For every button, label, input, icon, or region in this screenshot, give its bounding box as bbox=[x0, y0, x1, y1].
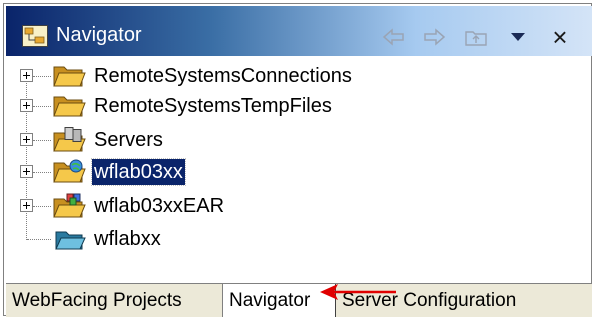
folder-icon bbox=[53, 66, 86, 87]
back-button[interactable] bbox=[380, 23, 408, 51]
tree-row[interactable]: wflabxx bbox=[12, 223, 582, 255]
view-title-bar[interactable]: Navigator × bbox=[6, 6, 592, 56]
navigator-view-icon bbox=[22, 25, 48, 47]
tree-row[interactable]: wflab03xxEAR bbox=[12, 190, 582, 222]
tree-item-label[interactable]: RemoteSystemsTempFiles bbox=[92, 93, 334, 119]
expand-toggle[interactable] bbox=[20, 165, 33, 178]
view-menu-button[interactable] bbox=[504, 23, 532, 51]
back-arrow-icon bbox=[382, 28, 404, 46]
view-title: Navigator bbox=[56, 24, 142, 46]
tree-row[interactable]: RemoteSystemsConnections bbox=[12, 60, 582, 92]
navigator-tree[interactable]: RemoteSystemsConnections RemoteSystemsTe… bbox=[12, 58, 582, 258]
tree-item-label[interactable]: wflab03xxEAR bbox=[92, 193, 226, 219]
tree-row[interactable]: Servers bbox=[12, 124, 582, 156]
server-project-folder-icon bbox=[53, 127, 86, 152]
expand-toggle[interactable] bbox=[20, 69, 33, 82]
tree-row[interactable]: RemoteSystemsTempFiles bbox=[12, 90, 582, 122]
up-button[interactable] bbox=[462, 23, 490, 51]
tree-item-label[interactable]: RemoteSystemsConnections bbox=[92, 63, 354, 89]
expand-toggle[interactable] bbox=[20, 199, 33, 212]
red-annotation-arrow-icon bbox=[320, 284, 396, 300]
tab-webfacing-projects[interactable]: WebFacing Projects bbox=[12, 284, 222, 317]
up-folder-icon bbox=[465, 31, 487, 46]
open-folder-icon bbox=[55, 231, 86, 250]
web-project-folder-icon bbox=[53, 159, 86, 183]
view-tab-bar: WebFacing Projects Navigator Server Conf… bbox=[6, 283, 592, 317]
folder-icon bbox=[53, 96, 86, 117]
ear-project-folder-icon bbox=[53, 193, 86, 218]
tree-item-label[interactable]: wflab03xx bbox=[91, 158, 186, 186]
forward-arrow-icon bbox=[424, 28, 446, 46]
tree-item-label[interactable]: Servers bbox=[92, 127, 165, 153]
tree-row[interactable]: wflab03xx bbox=[12, 156, 582, 188]
close-icon: × bbox=[552, 22, 568, 52]
expand-toggle[interactable] bbox=[20, 99, 33, 112]
tree-item-label[interactable]: wflabxx bbox=[92, 226, 163, 252]
forward-button[interactable] bbox=[420, 23, 448, 51]
expand-toggle[interactable] bbox=[20, 133, 33, 146]
view-menu-triangle-icon bbox=[511, 33, 525, 41]
close-button[interactable]: × bbox=[546, 23, 574, 51]
